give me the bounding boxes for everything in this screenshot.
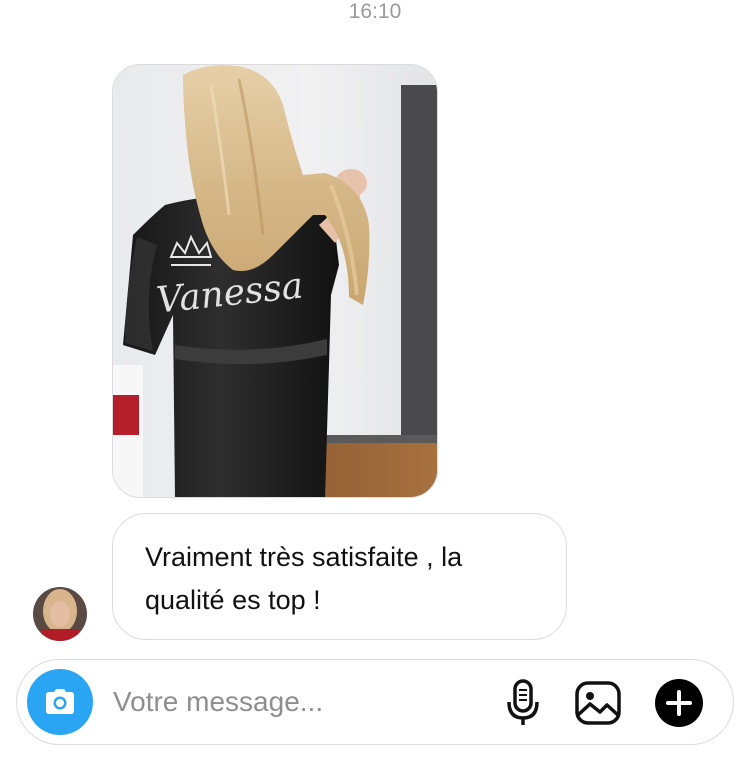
message-text: Vraiment très satisfaite , la qualité es…	[145, 542, 463, 615]
message-input[interactable]	[113, 680, 483, 724]
received-text-message[interactable]: Vraiment très satisfaite , la qualité es…	[112, 513, 567, 640]
gallery-button[interactable]	[572, 677, 624, 729]
camera-icon	[46, 689, 74, 714]
plus-circle-icon	[655, 679, 703, 727]
sender-avatar[interactable]	[33, 587, 87, 641]
photo-message[interactable]: Vanessa	[112, 64, 438, 498]
voice-message-button[interactable]	[497, 677, 549, 729]
more-options-button[interactable]	[653, 677, 705, 729]
image-gallery-icon	[575, 681, 621, 725]
message-timestamp: 16:10	[348, 0, 402, 23]
microphone-icon	[507, 679, 539, 725]
camera-button[interactable]	[27, 669, 93, 735]
message-composer	[16, 659, 734, 745]
robe-photo: Vanessa	[113, 65, 437, 497]
avatar-image	[33, 587, 87, 641]
